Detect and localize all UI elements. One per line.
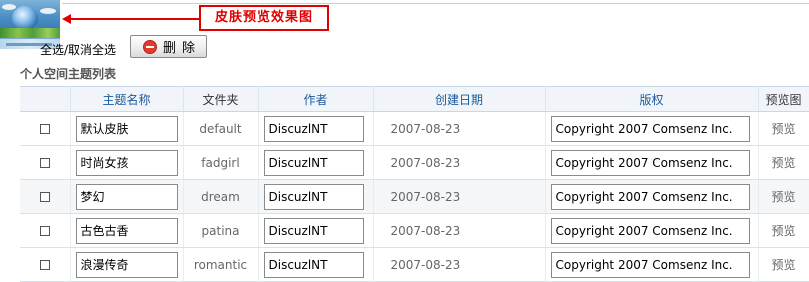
theme-name-field[interactable]: 古色古香 (75, 217, 178, 244)
col-preview-header: 预览图 (758, 86, 809, 112)
preview-link[interactable]: 预览 (771, 224, 795, 238)
col-date-header: 创建日期 (373, 86, 546, 112)
table-row: 古色古香 patina DiscuzlNT 2007-08-23 Copyrig… (20, 213, 809, 248)
preview-link[interactable]: 预览 (771, 258, 795, 272)
col-name-header: 主题名称 (70, 86, 184, 112)
table-row: 时尚女孩 fadgirl DiscuzlNT 2007-08-23 Copyri… (20, 145, 809, 180)
top-divider (62, 3, 809, 4)
folder-cell: patina (183, 213, 259, 248)
date-cell: 2007-08-23 (373, 179, 546, 214)
date-cell: 2007-08-23 (373, 213, 546, 248)
copyright-field[interactable]: Copyright 2007 Comsenz Inc. (550, 115, 750, 142)
preview-link[interactable]: 预览 (771, 122, 795, 136)
delete-button[interactable]: 删除 (130, 35, 207, 58)
row-checkbox[interactable] (39, 124, 50, 134)
theme-name-field[interactable]: 梦幻 (75, 183, 178, 210)
date-cell: 2007-08-23 (373, 111, 546, 146)
folder-cell: default (183, 111, 259, 146)
callout-arrow-line (68, 18, 199, 20)
row-checkbox[interactable] (39, 192, 50, 202)
copyright-field[interactable]: Copyright 2007 Comsenz Inc. (550, 149, 750, 176)
folder-cell: dream (183, 179, 259, 214)
copyright-field[interactable]: Copyright 2007 Comsenz Inc. (550, 217, 750, 244)
skin-preview-thumbnail (0, 0, 60, 38)
theme-name-field[interactable]: 浪漫传奇 (75, 251, 178, 278)
delete-button-label: 删除 (163, 41, 202, 56)
arrow-left-icon (62, 14, 71, 24)
theme-table: 主题名称 文件夹 作者 创建日期 版权 预览图 默认皮肤 default Dis… (20, 86, 809, 282)
col-select-header (20, 86, 71, 112)
copyright-field[interactable]: Copyright 2007 Comsenz Inc. (550, 251, 750, 278)
author-field[interactable]: DiscuzlNT (263, 149, 364, 176)
table-row: 梦幻 dream DiscuzlNT 2007-08-23 Copyright … (20, 179, 809, 214)
author-field[interactable]: DiscuzlNT (263, 183, 364, 210)
preview-link[interactable]: 预览 (771, 156, 795, 170)
author-field[interactable]: DiscuzlNT (263, 251, 364, 278)
date-cell: 2007-08-23 (373, 247, 546, 282)
date-cell: 2007-08-23 (373, 145, 546, 180)
author-field[interactable]: DiscuzlNT (263, 115, 364, 142)
list-title: 个人空间主题列表 (20, 67, 117, 81)
col-copyright-header: 版权 (545, 86, 759, 112)
table-row: 浪漫传奇 romantic DiscuzlNT 2007-08-23 Copyr… (20, 247, 809, 282)
row-checkbox[interactable] (39, 226, 50, 236)
delete-icon (143, 39, 157, 54)
copyright-field[interactable]: Copyright 2007 Comsenz Inc. (550, 183, 750, 210)
col-folder-header: 文件夹 (183, 86, 259, 112)
theme-name-field[interactable]: 时尚女孩 (75, 149, 178, 176)
folder-cell: romantic (183, 247, 259, 282)
table-header-row: 主题名称 文件夹 作者 创建日期 版权 预览图 (20, 86, 809, 112)
author-field[interactable]: DiscuzlNT (263, 217, 364, 244)
row-checkbox[interactable] (39, 158, 50, 168)
preview-link[interactable]: 预览 (771, 190, 795, 204)
folder-cell: fadgirl (183, 145, 259, 180)
table-row: 默认皮肤 default DiscuzlNT 2007-08-23 Copyri… (20, 111, 809, 146)
skin-preview-callout: 皮肤预览效果图 (199, 5, 329, 31)
row-checkbox[interactable] (39, 260, 50, 270)
col-author-header: 作者 (258, 86, 374, 112)
select-all-toggle[interactable]: 全选/取消全选 (40, 41, 116, 58)
theme-name-field[interactable]: 默认皮肤 (75, 115, 178, 142)
